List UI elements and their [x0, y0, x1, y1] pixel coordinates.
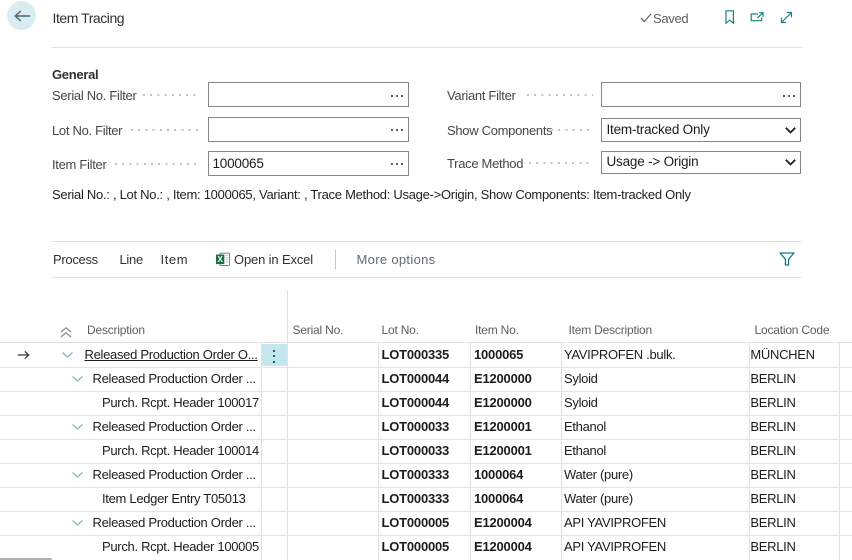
svg-text:X: X: [218, 255, 224, 264]
